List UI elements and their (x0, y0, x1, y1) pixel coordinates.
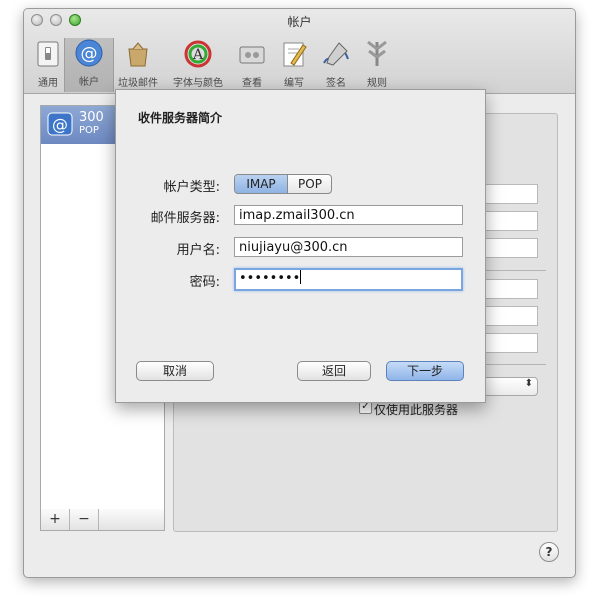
switch-icon (33, 39, 63, 69)
password-input[interactable]: •••••••• (234, 268, 463, 291)
select-arrows-icon: ⬍ (524, 378, 533, 389)
signature-icon (321, 39, 351, 69)
toolbar-rules-label: 规则 (367, 78, 387, 89)
account-type-label: 帐户类型: (163, 180, 220, 195)
toolbar-fonts-colors-label: 字体与颜色 (173, 78, 223, 89)
at-icon: @ (74, 38, 104, 68)
account-type: POP (79, 125, 99, 136)
toolbar-rules[interactable]: 规则 (350, 39, 404, 91)
svg-text:@: @ (52, 115, 68, 134)
compose-icon (279, 39, 309, 69)
font-color-icon: A (183, 39, 213, 69)
toolbar-junk-label: 垃圾邮件 (118, 78, 158, 89)
account-at-icon: @ (47, 112, 73, 136)
svg-text:A: A (192, 47, 204, 63)
toolbar-accounts-label: 帐户 (79, 77, 99, 88)
mail-server-label: 邮件服务器: (150, 211, 220, 226)
next-button[interactable]: 下一步 (386, 361, 464, 381)
toolbar-fonts-colors[interactable]: A 字体与颜色 (171, 39, 225, 91)
account-type-imap[interactable]: IMAP (235, 175, 288, 193)
view-icon (237, 39, 267, 69)
password-label: 密码: (189, 275, 220, 290)
trash-bag-icon (123, 39, 153, 69)
username-label: 用户名: (176, 243, 220, 258)
window-title: 帐户 (287, 15, 312, 29)
details-divider (484, 364, 546, 365)
toolbar-accounts[interactable]: @ 帐户 (64, 38, 114, 92)
account-name: 300 (79, 110, 104, 125)
back-button[interactable]: 返回 (297, 361, 371, 381)
mail-server-input[interactable]: imap.zmail300.cn (234, 205, 463, 225)
toolbar-junk[interactable]: 垃圾邮件 (111, 39, 165, 91)
add-account-button[interactable]: + (41, 509, 70, 530)
titlebar-toolbar: 帐户 通用 @ 帐户 垃圾邮件 A 字体与颜色 查看 编写 签名 规则 (24, 9, 575, 94)
incoming-server-sheet: 收件服务器简介 帐户类型: IMAP POP 邮件服务器: imap.zmail… (115, 89, 486, 403)
use-only-this-server-label: 仅使用此服务器 (374, 403, 459, 417)
sheet-title: 收件服务器简介 (138, 111, 223, 125)
remove-account-button[interactable]: − (70, 509, 99, 530)
svg-text:@: @ (81, 44, 98, 64)
text-cursor (300, 270, 302, 284)
username-input[interactable]: niujiayu@300.cn (234, 237, 463, 257)
account-type-segmented-control[interactable]: IMAP POP (234, 174, 332, 194)
account-list-controls: + − (40, 509, 165, 531)
cancel-button[interactable]: 取消 (136, 361, 214, 381)
details-divider (484, 270, 546, 271)
account-type-pop[interactable]: POP (288, 175, 331, 193)
password-value: •••••••• (239, 271, 301, 286)
rules-icon (362, 39, 392, 69)
help-button[interactable]: ? (539, 542, 559, 562)
